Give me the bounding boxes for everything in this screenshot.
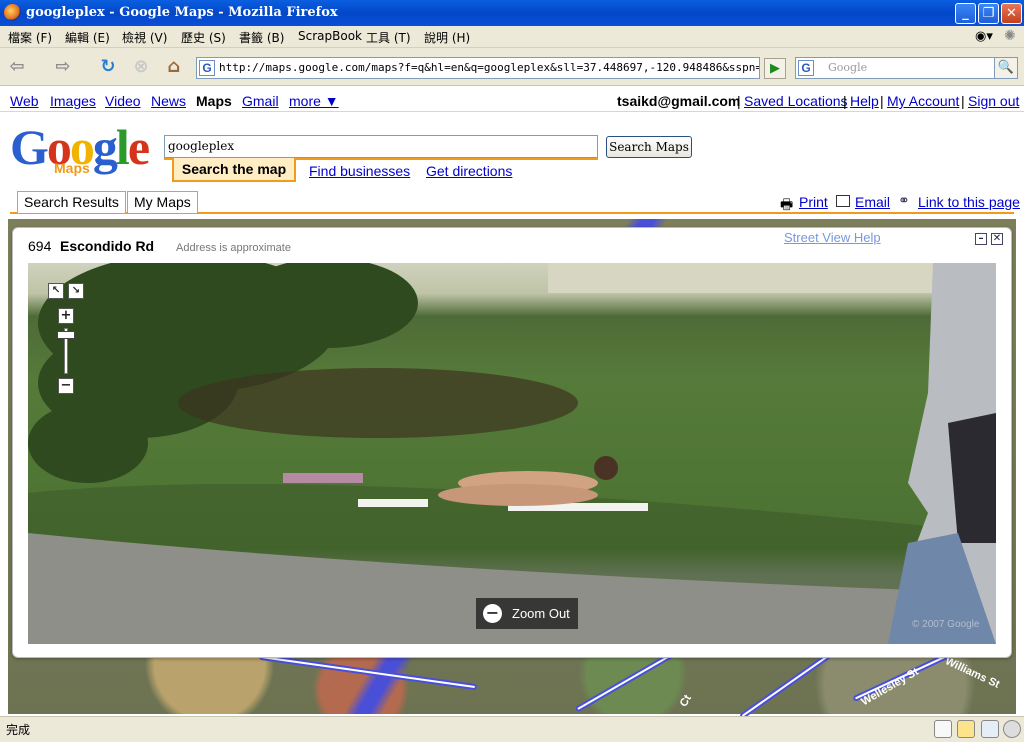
print-icon[interactable]: 🖶 [780, 194, 793, 218]
menu-help[interactable]: 說明 (H) [424, 29, 470, 46]
nav-more[interactable]: more ▼ [289, 93, 339, 109]
tab-search-results[interactable]: Search Results [17, 191, 126, 213]
go-button[interactable]: ▶ [764, 58, 786, 79]
status-text: 完成 [6, 723, 31, 737]
minimize-button[interactable]: _ [955, 3, 976, 24]
nav-web[interactable]: Web [10, 93, 39, 109]
status-bar: 完成 [0, 716, 1024, 742]
sign-out-link[interactable]: Sign out [968, 93, 1019, 109]
url-bar[interactable]: G http://maps.google.com/maps?f=q&hl=en&… [196, 57, 760, 79]
close-bubble-icon[interactable]: ✕ [991, 233, 1003, 245]
back-icon[interactable]: ⇦ [4, 55, 30, 79]
google-top-nav: Web Images Video News Maps Gmail more ▼ … [0, 88, 1024, 112]
email-icon[interactable] [836, 195, 850, 207]
nav-more-label: more ▼ [289, 93, 339, 109]
close-button[interactable]: ✕ [1001, 3, 1022, 24]
maximize-button[interactable]: ❐ [978, 3, 999, 24]
maps-sublogo: Maps [54, 160, 90, 176]
menu-tools[interactable]: 工具 (T) [366, 29, 411, 46]
tab-get-directions[interactable]: Get directions [426, 163, 512, 179]
link-icon[interactable]: ⚭ [898, 193, 910, 209]
nav-sep: | [880, 93, 884, 109]
map-label-ct: Ct [677, 692, 694, 710]
minus-circle-icon: − [483, 604, 502, 623]
zoom-out-button[interactable]: − Zoom Out [476, 598, 578, 629]
edit-icon[interactable] [934, 720, 952, 738]
zoom-out-label: Zoom Out [512, 606, 570, 621]
zoom-slider-handle[interactable] [57, 331, 75, 339]
help-link[interactable]: Help [850, 93, 879, 109]
blocked-icon[interactable] [1003, 720, 1021, 738]
map-label-wellesley: Wellesley St [859, 665, 921, 709]
home-icon[interactable]: ⌂ [161, 55, 187, 79]
minimize-bubble-icon[interactable]: – [975, 233, 987, 245]
nav-sep: | [843, 93, 847, 109]
address-street: Escondido Rd [60, 238, 155, 254]
map-road [258, 653, 478, 691]
street-view-panorama[interactable] [28, 263, 996, 644]
firefox-icon [4, 4, 21, 21]
search-go-icon[interactable]: 🔍 [994, 57, 1018, 79]
menu-view[interactable]: 檢視 (V) [122, 29, 167, 46]
tab-search-the-map[interactable]: Search the map [172, 158, 296, 182]
email-link[interactable]: Email [855, 194, 890, 210]
favicon-icon: G [199, 60, 215, 76]
window-title: googleplex - Google Maps - Mozilla Firef… [26, 5, 338, 20]
browser-search-input[interactable]: G Google [795, 57, 995, 79]
print-link[interactable]: Print [799, 194, 828, 210]
panorama-scene [28, 263, 996, 644]
tab-my-maps[interactable]: My Maps [127, 191, 198, 213]
addon-icon[interactable] [957, 720, 975, 738]
copyright: © 2007 Google [912, 619, 980, 630]
menu-edit[interactable]: 編輯 (E) [65, 29, 110, 46]
reload-icon[interactable]: ↻ [95, 55, 121, 79]
walking-person [888, 263, 996, 644]
maps-search-input[interactable]: googleplex [164, 135, 598, 158]
menu-bar: 檔案 (F) 編輯 (E) 檢視 (V) 歷史 (S) 書籤 (B) Scrap… [0, 26, 1024, 48]
nav-gmail[interactable]: Gmail [242, 93, 279, 109]
menu-history[interactable]: 歷史 (S) [181, 29, 226, 46]
nav-news[interactable]: News [151, 93, 186, 109]
expand-icon[interactable]: ↖ [48, 283, 64, 299]
zoom-out-small-button[interactable]: − [58, 378, 74, 394]
menu-file[interactable]: 檔案 (F) [8, 29, 52, 46]
window-title-bar: googleplex - Google Maps - Mozilla Firef… [0, 0, 1024, 26]
search-engine-icon[interactable]: G [798, 60, 814, 76]
zoom-in-button[interactable]: + [58, 308, 74, 324]
link-to-page[interactable]: Link to this page [918, 194, 1020, 210]
nav-video[interactable]: Video [105, 93, 141, 109]
url-text: http://maps.google.com/maps?f=q&hl=en&q=… [219, 61, 759, 74]
my-account-link[interactable]: My Account [887, 93, 959, 109]
saved-locations-link[interactable]: Saved Locations [744, 93, 848, 109]
search-maps-button[interactable]: Search Maps [606, 136, 692, 158]
forward-icon[interactable]: ⇨ [50, 55, 76, 79]
mulch-bed [178, 368, 578, 438]
menu-scrapbook[interactable]: ScrapBook [298, 29, 362, 43]
user-email: tsaikd@gmail.com [617, 93, 741, 109]
throbber-icon: ◉▾ [975, 29, 993, 44]
stop-icon[interactable]: ⊗ [128, 55, 154, 79]
nav-sep: | [737, 93, 741, 109]
page-icon[interactable] [981, 720, 999, 738]
menu-bookmarks[interactable]: 書籤 (B) [239, 29, 284, 46]
map-label-williams: Williams St [943, 655, 1002, 691]
street-view-help-link[interactable]: Street View Help [784, 230, 881, 245]
throbber-spinner-icon: ✺ [1004, 28, 1016, 44]
collapse-icon[interactable]: ↘ [68, 283, 84, 299]
nav-images[interactable]: Images [50, 93, 96, 109]
fence [548, 263, 996, 293]
nav-maps-current: Maps [196, 93, 232, 109]
nav-sep: | [961, 93, 965, 109]
tab-find-businesses[interactable]: Find businesses [309, 163, 410, 179]
address-approx-note: Address is approximate [176, 242, 291, 254]
address-number: 694 [28, 238, 52, 254]
browser-search-placeholder: Google [828, 61, 868, 74]
